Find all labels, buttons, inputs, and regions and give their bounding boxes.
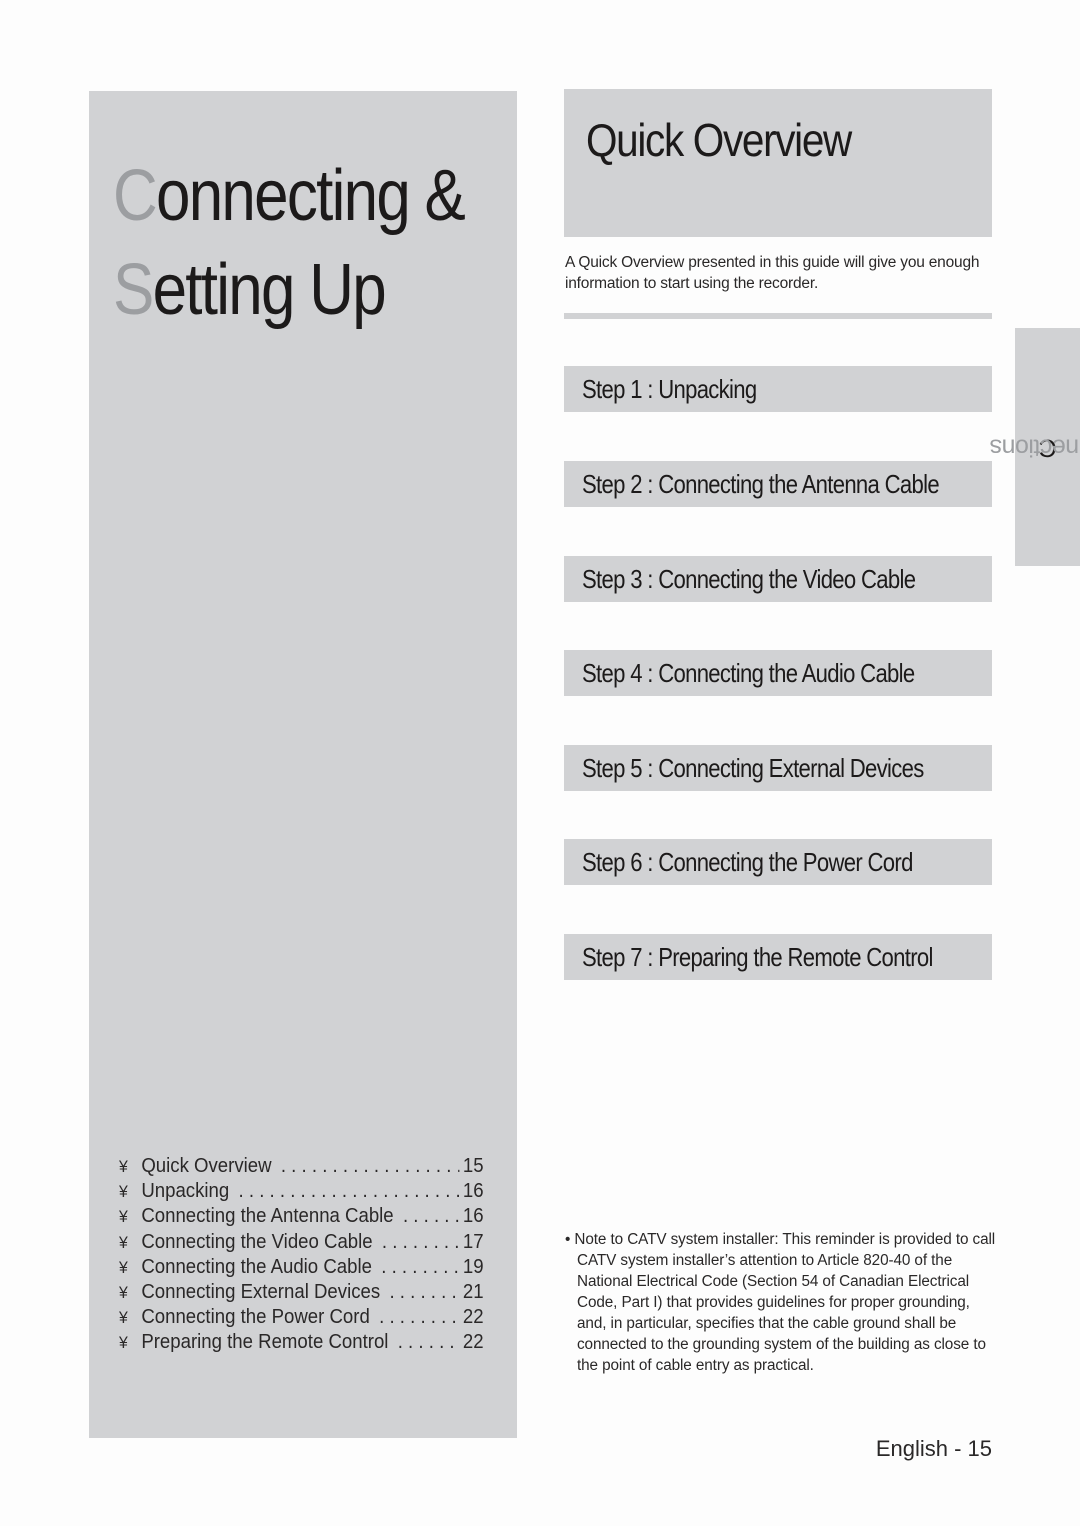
- catv-installer-note: • Note to CATV system installer: This re…: [565, 1229, 1002, 1376]
- step-label: Step 7 : Preparing the Remote Control: [582, 941, 933, 972]
- section-divider: [564, 313, 992, 319]
- toc-item[interactable]: ¥ Connecting the Power Cord 22: [119, 1306, 484, 1331]
- toc-item[interactable]: ¥ Connecting External Devices 21: [119, 1281, 484, 1306]
- page-number: English - 15: [875, 1436, 992, 1461]
- toc-leader-dots: [403, 1205, 459, 1228]
- quick-overview-title: Quick Overview: [586, 114, 852, 166]
- chapter-title-initial-1: C: [113, 156, 158, 236]
- toc-item-label: Quick Overview: [141, 1155, 272, 1177]
- step-label: Step 6 : Connecting the Power Cord: [582, 846, 913, 877]
- toc-item[interactable]: ¥ Connecting the Antenna Cable 16: [119, 1205, 484, 1230]
- toc-item[interactable]: ¥ Unpacking 16: [119, 1180, 484, 1205]
- toc-item-page: 21: [462, 1280, 484, 1303]
- chapter-title-line2: etting Up: [152, 250, 387, 330]
- toc-leader-dots: [398, 1331, 459, 1354]
- toc-item-page: 17: [462, 1230, 484, 1253]
- toc-leader-dots: [389, 1281, 459, 1304]
- step-5-external-devices[interactable]: Step 5 : Connecting External Devices: [564, 745, 992, 791]
- toc-item-label: Connecting the Antenna Cable: [141, 1205, 394, 1228]
- chapter-title: Connecting & Setting Up: [113, 149, 466, 337]
- step-4-audio-cable[interactable]: Step 4 : Connecting the Audio Cable: [564, 650, 992, 696]
- toc-leader-dots: [239, 1180, 460, 1203]
- step-label: Step 1 : Unpacking: [582, 373, 757, 404]
- step-2-antenna-cable[interactable]: Step 2 : Connecting the Antenna Cable: [564, 461, 992, 507]
- toc-item[interactable]: ¥ Quick Overview 15: [119, 1155, 484, 1180]
- step-1-unpacking[interactable]: Step 1 : Unpacking: [564, 366, 992, 412]
- toc-item-label: Connecting the Power Cord: [141, 1306, 370, 1329]
- toc-item-page: 19: [462, 1255, 484, 1278]
- step-label: Step 2 : Connecting the Antenna Cable: [582, 468, 940, 499]
- step-6-power-cord[interactable]: Step 6 : Connecting the Power Cord: [564, 839, 992, 885]
- section-tab-connections[interactable]: Connections: [990, 328, 1080, 566]
- toc-item-label: Preparing the Remote Control: [141, 1331, 389, 1354]
- toc-leader-dots: [381, 1256, 459, 1279]
- step-label: Step 5 : Connecting External Devices: [582, 752, 924, 783]
- toc-item-page: 16: [462, 1180, 484, 1203]
- toc-bullet: ¥: [119, 1182, 128, 1202]
- section-tab-rest: onnections: [989, 433, 1080, 462]
- toc-item-page: 22: [462, 1331, 484, 1354]
- toc-item-page: 16: [462, 1205, 484, 1228]
- note-bullet: •: [565, 1231, 571, 1248]
- note-text: Note to CATV system installer: This remi…: [574, 1231, 996, 1374]
- toc-bullet: ¥: [119, 1333, 128, 1353]
- toc-bullet: ¥: [119, 1308, 128, 1328]
- toc-item[interactable]: ¥ Connecting the Video Cable 17: [119, 1231, 484, 1256]
- step-label: Step 3 : Connecting the Video Cable: [582, 563, 916, 594]
- toc-bullet: ¥: [119, 1257, 128, 1277]
- toc-item[interactable]: ¥ Preparing the Remote Control 22: [119, 1331, 484, 1356]
- toc-item-label: Connecting the Audio Cable: [141, 1255, 372, 1278]
- toc-bullet: ¥: [119, 1157, 128, 1176]
- step-label: Step 4 : Connecting the Audio Cable: [582, 657, 915, 688]
- step-7-remote-control[interactable]: Step 7 : Preparing the Remote Control: [564, 934, 992, 980]
- chapter-title-line1: onnecting &: [156, 156, 466, 236]
- toc-item-label: Connecting the Video Cable: [141, 1230, 373, 1253]
- toc-item-label: Unpacking: [141, 1180, 230, 1203]
- toc-leader-dots: [281, 1155, 459, 1178]
- toc-leader-dots: [379, 1306, 459, 1329]
- toc-bullet: ¥: [119, 1232, 128, 1252]
- toc-item-page: 22: [462, 1306, 484, 1329]
- toc-bullet: ¥: [119, 1282, 128, 1302]
- chapter-title-initial-2: S: [113, 250, 154, 330]
- step-3-video-cable[interactable]: Step 3 : Connecting the Video Cable: [564, 556, 992, 602]
- toc-leader-dots: [382, 1231, 459, 1254]
- toc-item-label: Connecting External Devices: [141, 1280, 381, 1303]
- toc-item[interactable]: ¥ Connecting the Audio Cable 19: [119, 1256, 484, 1281]
- toc-item-page: 15: [462, 1155, 484, 1177]
- table-of-contents: ¥ Quick Overview 15 ¥ Unpacking 16 ¥ Connecti…: [119, 1155, 485, 1357]
- quick-overview-intro: A Quick Overview presented in this guide…: [565, 254, 980, 292]
- toc-bullet: ¥: [119, 1207, 128, 1227]
- quick-overview-header: Quick Overview: [564, 89, 992, 237]
- chapter-panel: Connecting & Setting Up ¥ Quick Overview 1…: [89, 91, 517, 1438]
